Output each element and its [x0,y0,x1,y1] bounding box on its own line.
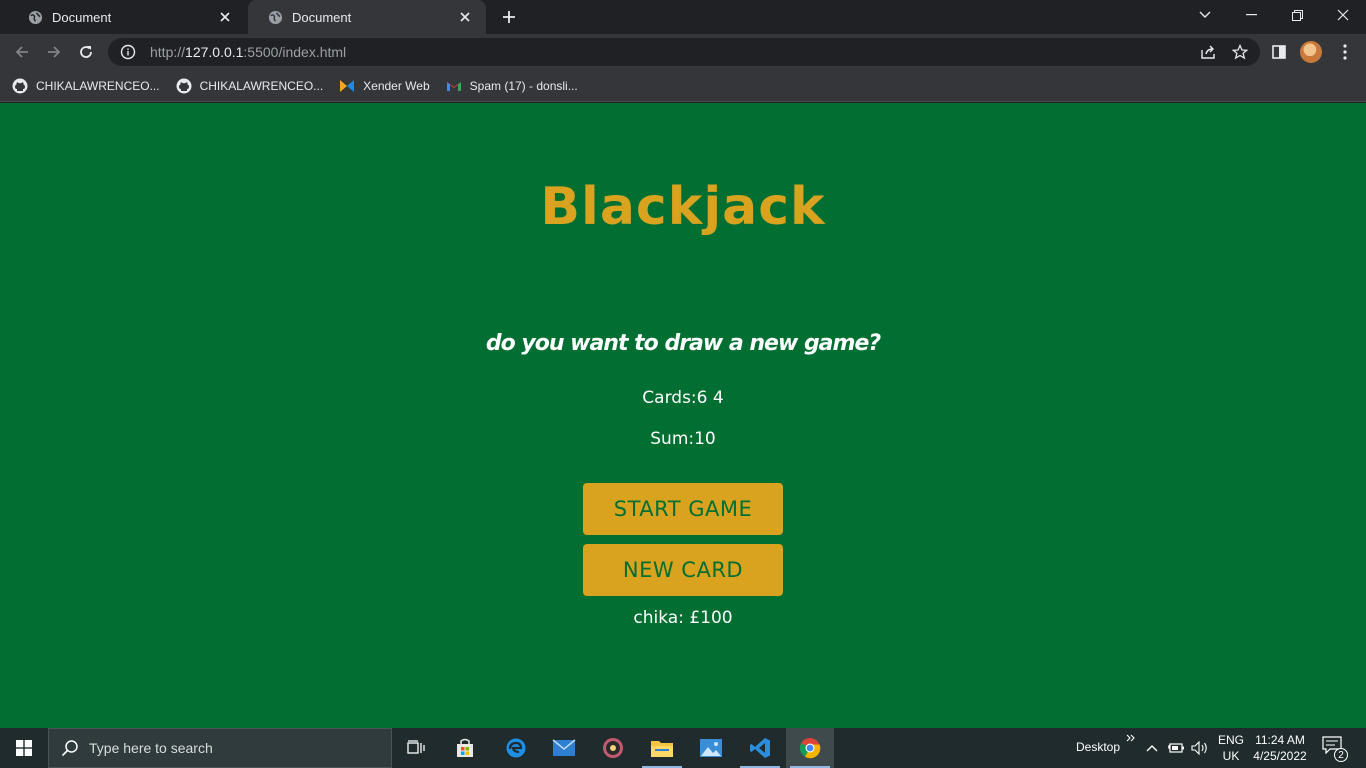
player-balance: chika: £100 [633,608,733,628]
tab-strip: Document Document [0,0,1366,34]
microsoft-store-icon[interactable] [441,728,489,768]
globe-icon [28,10,43,25]
restore-icon[interactable] [1274,0,1320,30]
browser-toolbar: http://127.0.0.1:5500/index.html [0,34,1366,70]
windows-logo-icon [16,740,32,756]
vscode-icon[interactable] [736,728,784,768]
volume-icon[interactable] [1190,738,1210,758]
share-icon[interactable] [1198,42,1218,62]
search-icon [61,739,79,757]
bookmark-label: CHIKALAWRENCEO... [199,78,324,93]
profile-avatar[interactable] [1299,40,1323,64]
desktop-toolbar-label[interactable]: Desktop [1076,740,1120,754]
forward-icon[interactable] [40,38,68,66]
clock-date: 4/25/2022 [1253,749,1307,763]
tab-search-icon[interactable] [1182,0,1228,30]
search-placeholder: Type here to search [89,740,213,756]
taskbar-search-input[interactable]: Type here to search [48,728,392,768]
gmail-icon [446,78,462,94]
chevron-right-icon[interactable] [1122,730,1140,746]
windows-start-button[interactable] [0,728,48,768]
bookmark-gmail[interactable]: Spam (17) - donsli... [446,78,578,94]
new-tab-button[interactable] [498,6,520,28]
tab-title: Document [52,9,112,25]
close-tab-icon[interactable] [216,8,234,26]
address-bar[interactable]: http://127.0.0.1:5500/index.html [108,38,1260,66]
side-panel-icon[interactable] [1267,40,1291,64]
tab-title: Document [292,9,352,25]
chevron-up-icon[interactable] [1142,738,1162,758]
close-tab-icon[interactable] [456,8,474,26]
github-icon [176,78,192,94]
mail-icon[interactable] [540,728,588,768]
page-title: Blackjack [540,177,826,237]
globe-icon [268,10,283,25]
new-card-button[interactable]: NEW CARD [583,544,783,596]
language-indicator[interactable]: ENG UK [1216,732,1246,764]
blackjack-page: Blackjack do you want to draw a new game… [0,103,1366,728]
sum-display: Sum:10 [650,429,716,449]
menu-icon[interactable] [1333,40,1357,64]
photos-icon[interactable] [687,728,735,768]
bookmark-github-2[interactable]: CHIKALAWRENCEO... [176,78,324,94]
bookmark-label: Xender Web [363,78,430,93]
avatar [1300,41,1322,63]
chrome-icon[interactable] [786,728,834,768]
url-text: http://127.0.0.1:5500/index.html [150,44,347,60]
task-view-icon[interactable] [392,728,440,768]
clock-time: 11:24 AM [1255,733,1305,747]
bookmark-xender[interactable]: Xender Web [339,78,430,94]
groove-music-icon[interactable] [589,728,637,768]
bookmark-github-1[interactable]: CHIKALAWRENCEO... [12,78,160,94]
start-game-button[interactable]: START GAME [583,483,783,535]
close-window-icon[interactable] [1320,0,1366,30]
reload-icon[interactable] [72,38,100,66]
minimize-icon[interactable] [1228,0,1274,30]
clock[interactable]: 11:24 AM 4/25/2022 [1252,732,1308,764]
edge-icon[interactable] [492,728,540,768]
notification-center-icon[interactable]: 2 [1322,736,1348,762]
windows-taskbar: Type here to search Desktop ENG UK 11:24… [0,728,1366,768]
cards-display: Cards:6 4 [642,388,724,408]
tab-document-1[interactable]: Document [8,0,246,34]
back-icon[interactable] [8,38,36,66]
bookmark-label: Spam (17) - donsli... [469,78,578,93]
notification-badge: 2 [1334,748,1348,762]
xender-icon [339,78,355,94]
file-explorer-icon[interactable] [638,728,686,768]
game-message: do you want to draw a new game? [485,331,881,356]
battery-icon[interactable] [1166,738,1186,758]
bookmark-label: CHIKALAWRENCEO... [36,78,160,93]
bookmarks-bar: CHIKALAWRENCEO... CHIKALAWRENCEO... Xend… [0,70,1366,102]
tab-document-2[interactable]: Document [248,0,486,34]
github-icon [12,78,28,94]
bookmark-star-icon[interactable] [1230,42,1250,62]
site-info-icon[interactable] [120,44,136,60]
